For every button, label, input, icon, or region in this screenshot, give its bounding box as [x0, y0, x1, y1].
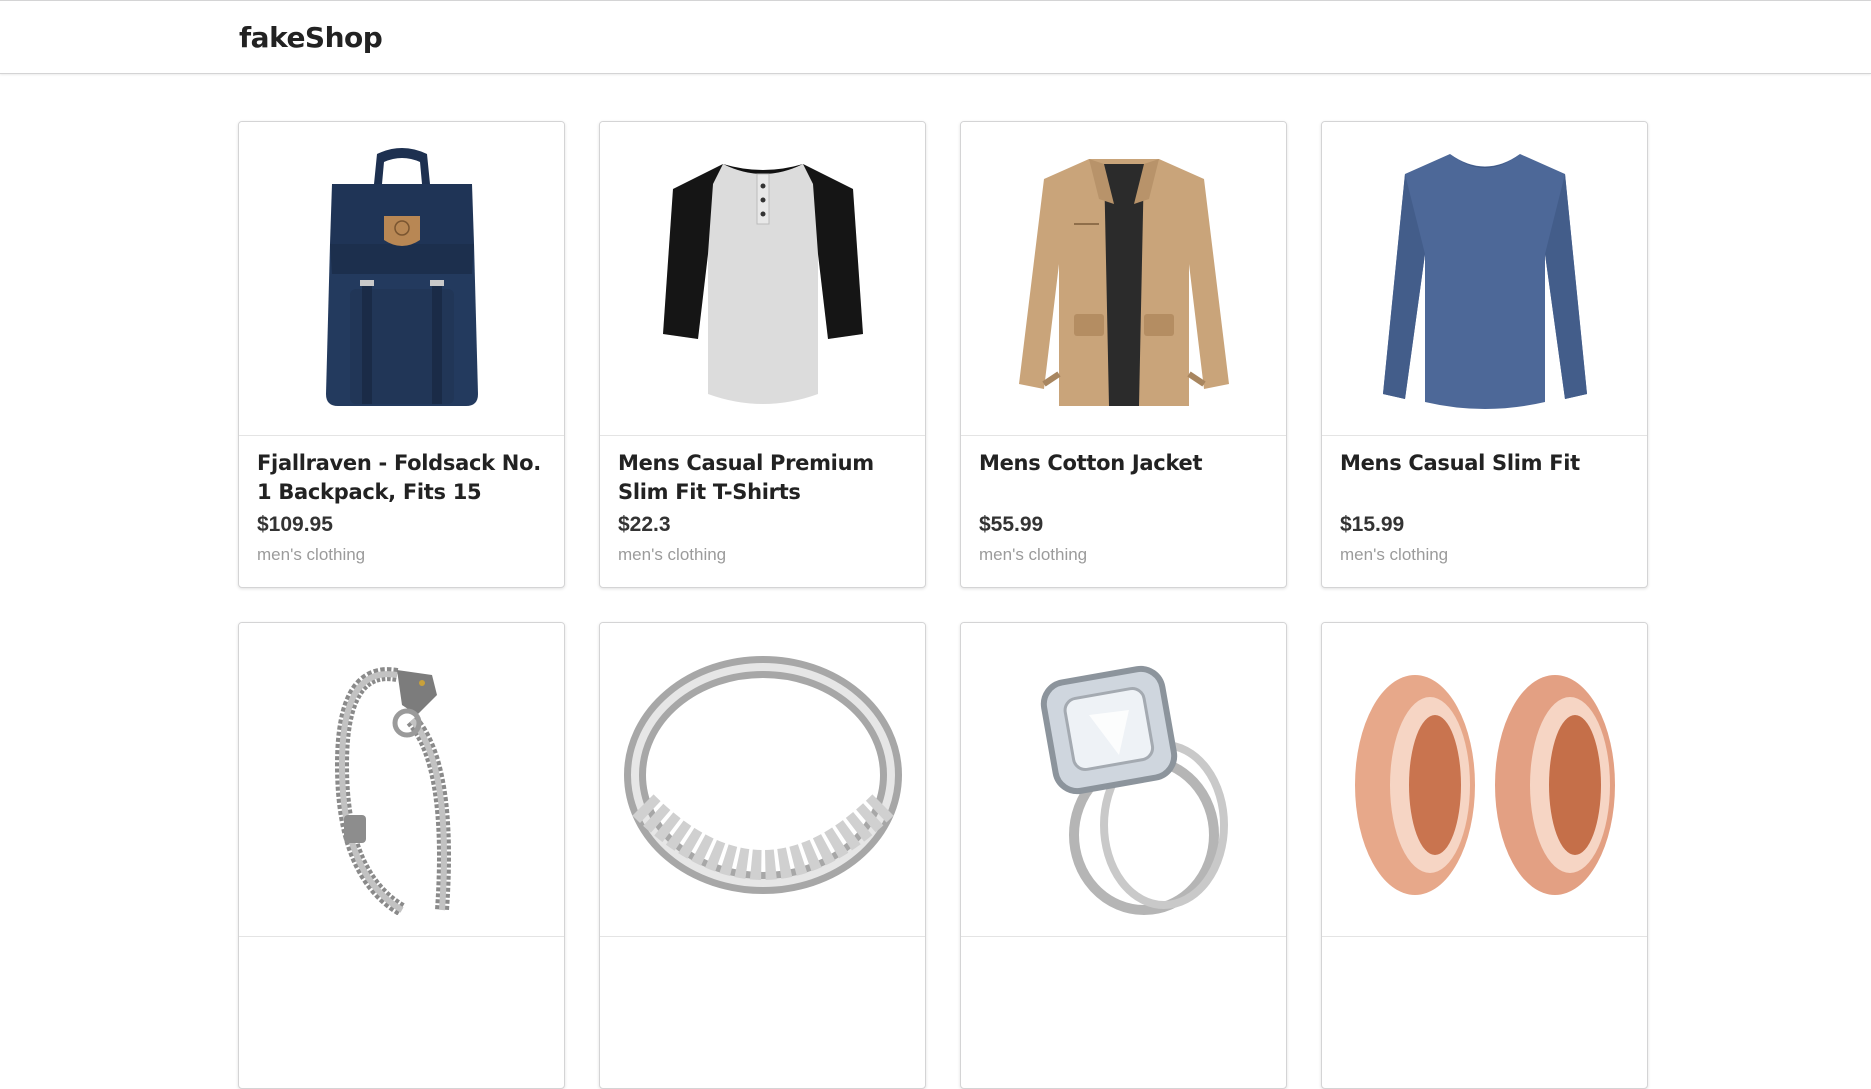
product-price: $22.3 — [618, 513, 671, 536]
product-category: men's clothing — [979, 545, 1088, 564]
diamond-ring-image — [1040, 665, 1228, 915]
top-nav-bar: fakeShop — [0, 0, 1871, 74]
longsleeve-image — [1382, 153, 1587, 409]
product-card[interactable] — [960, 622, 1287, 1089]
product-card[interactable]: Fjallraven - Foldsack No. 1 Backpack, Fi… — [238, 121, 565, 588]
product-image-jacket[interactable] — [961, 122, 1286, 436]
product-image-plugs[interactable] — [1322, 623, 1647, 937]
product-title[interactable] — [257, 950, 546, 1008]
product-category: men's clothing — [618, 545, 727, 564]
product-image-longsleeve[interactable] — [1322, 122, 1647, 436]
product-card[interactable]: Mens Cotton Jacket $55.99 men's clothing — [960, 121, 1287, 588]
tshirt-image — [662, 163, 863, 404]
product-title[interactable]: Mens Casual Premium Slim Fit T-Shirts — [618, 449, 907, 507]
silver-ring-image — [623, 655, 902, 894]
product-category: men's clothing — [257, 545, 366, 564]
product-card[interactable]: Mens Casual Slim Fit $15.99 men's clothi… — [1321, 121, 1648, 588]
product-card[interactable]: Mens Casual Premium Slim Fit T-Shirts $2… — [599, 121, 926, 588]
backpack-image — [325, 147, 478, 406]
product-card[interactable] — [1321, 622, 1648, 1089]
product-card[interactable] — [238, 622, 565, 1089]
product-image-diamond-ring[interactable] — [961, 623, 1286, 937]
product-image-backpack[interactable] — [239, 122, 564, 436]
product-title[interactable]: Mens Casual Slim Fit — [1340, 449, 1629, 507]
product-image-bracelet[interactable] — [239, 623, 564, 937]
product-card[interactable] — [599, 622, 926, 1089]
product-image-ring[interactable] — [600, 623, 925, 937]
product-title[interactable] — [979, 950, 1268, 1008]
product-grid: Fjallraven - Foldsack No. 1 Backpack, Fi… — [238, 121, 1648, 1089]
product-title[interactable] — [1340, 950, 1629, 1008]
product-price: $55.99 — [979, 513, 1044, 536]
product-title[interactable] — [618, 950, 907, 1008]
product-title[interactable]: Mens Cotton Jacket — [979, 449, 1268, 507]
brand-logo[interactable]: fakeShop — [239, 21, 383, 54]
product-price: $15.99 — [1340, 513, 1405, 536]
rose-gold-plugs-image — [1354, 674, 1615, 895]
product-image-shirt[interactable] — [600, 122, 925, 436]
bracelet-image — [334, 666, 451, 915]
product-price: $109.95 — [257, 513, 333, 536]
product-category: men's clothing — [1340, 545, 1449, 564]
jacket-image — [1018, 158, 1229, 406]
product-title[interactable]: Fjallraven - Foldsack No. 1 Backpack, Fi… — [257, 449, 546, 507]
